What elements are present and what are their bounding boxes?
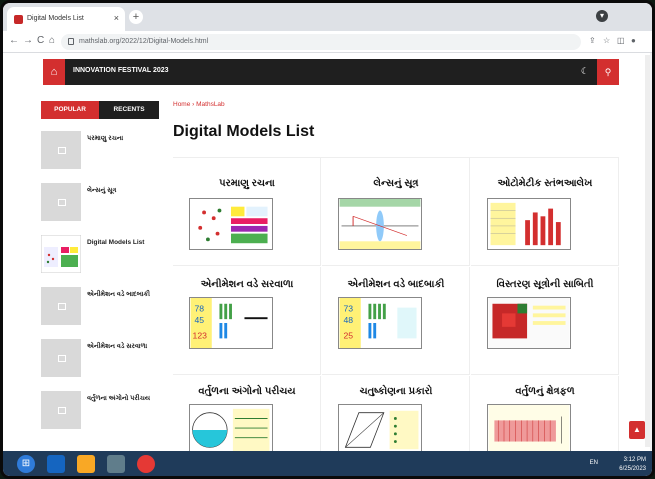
share-icon[interactable]: ⇪	[589, 36, 596, 45]
model-card[interactable]: વર્તુળનું ક્ષેત્રફળ	[471, 376, 619, 451]
sidebar-icon[interactable]: ◫	[617, 36, 625, 45]
model-card[interactable]: ઓટોમેટીક સ્તંભઆલેખ	[471, 158, 619, 266]
sidebar-item[interactable]: એનીમેશન વડે સરવાળા	[41, 339, 159, 379]
svg-text:45: 45	[194, 315, 204, 325]
subtraction-animation-image[interactable]: 73 48 25	[338, 297, 422, 349]
model-card[interactable]: એનીમેશન વડે સરવાળા 78 45 123	[173, 267, 321, 375]
image-placeholder-icon	[41, 287, 81, 325]
sidebar-item[interactable]: વર્તુળના અંગોનો પરીચય	[41, 391, 159, 431]
tab-recents[interactable]: RECENTS	[99, 101, 159, 119]
sidebar-item-title[interactable]: એનીમેશન વડે બાદબાકી	[87, 291, 159, 299]
svg-text:123: 123	[193, 330, 208, 340]
svg-text:73: 73	[343, 303, 353, 313]
clock-date: 6/25/2023	[619, 466, 646, 472]
card-title[interactable]: વર્તુળનું ક્ષેત્રફળ	[471, 386, 619, 397]
url-input[interactable]: mathslab.org/2022/12/Digital-Models.html	[61, 34, 581, 50]
star-icon[interactable]: ☆	[603, 36, 610, 45]
chrome-icon[interactable]	[137, 455, 155, 473]
quadrilateral-types-image[interactable]	[338, 404, 422, 451]
svg-text:48: 48	[343, 315, 353, 325]
search-button[interactable]: ⚲	[597, 59, 619, 85]
sidebar-item-title[interactable]: એનીમેશન વડે સરવાળા	[87, 343, 159, 351]
sidebar-item[interactable]: પરમાણુ રચના	[41, 131, 159, 171]
svg-text:25: 25	[343, 330, 353, 340]
forward-button[interactable]: →	[23, 35, 33, 46]
tab-popular[interactable]: POPULAR	[41, 101, 99, 119]
card-title[interactable]: એનીમેશન વડે સરવાળા	[173, 279, 321, 290]
sidebar-item[interactable]: લેન્સનું સૂત્ર	[41, 183, 159, 223]
model-card[interactable]: ચતુષ્કોણના પ્રકારો	[322, 376, 470, 451]
clock-time: 3:12 PM	[623, 457, 646, 463]
model-card[interactable]: લેન્સનું સૂત્ર	[322, 158, 470, 266]
card-title[interactable]: પરમાણુ રચના	[173, 178, 321, 189]
model-card[interactable]: એનીમેશન વડે બાદબાકી 73 48 25	[322, 267, 470, 375]
address-bar: ← → C ⌂ mathslab.org/2022/12/Digital-Mod…	[3, 31, 652, 53]
card-title[interactable]: ઓટોમેટીક સ્તંભઆલેખ	[471, 178, 619, 189]
image-placeholder-icon	[41, 339, 81, 377]
image-placeholder-icon	[41, 131, 81, 169]
back-button[interactable]: ←	[9, 35, 19, 46]
screen: Digital Models List × + ▾ ← → C ⌂ mathsl…	[0, 0, 655, 479]
url-text: mathslab.org/2022/12/Digital-Models.html	[79, 38, 209, 45]
sidebar-item-title[interactable]: પરમાણુ રચના	[87, 135, 159, 143]
card-title[interactable]: ચતુષ્કોણના પ્રકારો	[322, 386, 470, 397]
image-placeholder-icon	[41, 183, 81, 221]
site-home-button[interactable]: ⌂	[43, 59, 65, 85]
site-header: ⌂ INNOVATION FESTIVAL 2023 ☾ ⚲	[43, 59, 619, 85]
addition-animation-image[interactable]: 78 45 123	[189, 297, 273, 349]
circle-area-image[interactable]	[487, 404, 571, 451]
scroll-to-top-button[interactable]: ▲	[629, 421, 645, 439]
circle-parts-image[interactable]	[189, 404, 273, 451]
thumbnail-image	[41, 235, 81, 273]
lock-icon	[68, 38, 74, 45]
taskbar: ⊞ EN 3:12 PM 6/25/2023	[3, 451, 652, 476]
favicon-icon	[14, 15, 23, 24]
browser-tab[interactable]: Digital Models List ×	[7, 7, 125, 31]
system-clock[interactable]: 3:12 PM 6/25/2023	[619, 456, 646, 474]
image-placeholder-icon	[41, 391, 81, 429]
card-title[interactable]: લેન્સનું સૂત્ર	[322, 178, 470, 189]
bar-graph-image[interactable]	[487, 198, 571, 250]
card-title[interactable]: વર્તુળના અંગોનો પરીચય	[173, 386, 321, 397]
tab-title: Digital Models List	[27, 15, 84, 22]
web-page: ⌂ INNOVATION FESTIVAL 2023 ☾ ⚲ POPULAR R…	[3, 53, 650, 451]
file-explorer-icon[interactable]	[77, 455, 95, 473]
page-scrollbar[interactable]	[645, 55, 650, 447]
tray-language[interactable]: EN	[590, 460, 598, 466]
tab-strip: Digital Models List × + ▾	[3, 3, 652, 31]
card-title[interactable]: એનીમેશન વડે બાદબાકી	[322, 279, 470, 290]
model-card[interactable]: વિસ્તરણ સૂત્રોની સાબિતી	[471, 267, 619, 375]
sidebar-item-title[interactable]: Digital Models List	[87, 239, 159, 247]
page-title: Digital Models List	[173, 123, 315, 140]
model-card[interactable]: પરમાણુ રચના	[173, 158, 321, 266]
reload-button[interactable]: C	[37, 35, 44, 46]
expansion-proof-image[interactable]	[487, 297, 571, 349]
profile-icon[interactable]: ●	[631, 36, 636, 45]
model-card[interactable]: વર્તુળના અંગોનો પરીચય	[173, 376, 321, 451]
start-button[interactable]: ⊞	[17, 455, 35, 473]
sidebar-item-title[interactable]: લેન્સનું સૂત્ર	[87, 187, 159, 195]
card-title[interactable]: વિસ્તરણ સૂત્રોની સાબિતી	[471, 279, 619, 290]
atom-structure-image[interactable]	[189, 198, 273, 250]
close-tab-icon[interactable]: ×	[114, 13, 119, 23]
sidebar-tabs: POPULAR RECENTS	[41, 101, 159, 119]
new-tab-button[interactable]: +	[129, 10, 143, 24]
lens-formula-image[interactable]	[338, 198, 422, 250]
breadcrumb[interactable]: Home › MathsLab	[173, 101, 225, 108]
chevron-down-icon[interactable]: ▾	[596, 10, 608, 22]
models-grid: પરમાણુ રચના લેન્સનું સૂત્ર ઓટોમેટીક સ્તં…	[173, 157, 619, 451]
internet-explorer-icon[interactable]	[47, 455, 65, 473]
media-icon[interactable]	[107, 455, 125, 473]
svg-text:78: 78	[194, 303, 204, 313]
sidebar-item-title[interactable]: વર્તુળના અંગોનો પરીચય	[87, 395, 159, 403]
home-button[interactable]: ⌂	[49, 35, 55, 46]
sidebar-item[interactable]: Digital Models List	[41, 235, 159, 275]
moon-icon[interactable]: ☾	[581, 66, 589, 77]
festival-link[interactable]: INNOVATION FESTIVAL 2023	[73, 67, 169, 74]
sidebar-item[interactable]: એનીમેશન વડે બાદબાકી	[41, 287, 159, 327]
